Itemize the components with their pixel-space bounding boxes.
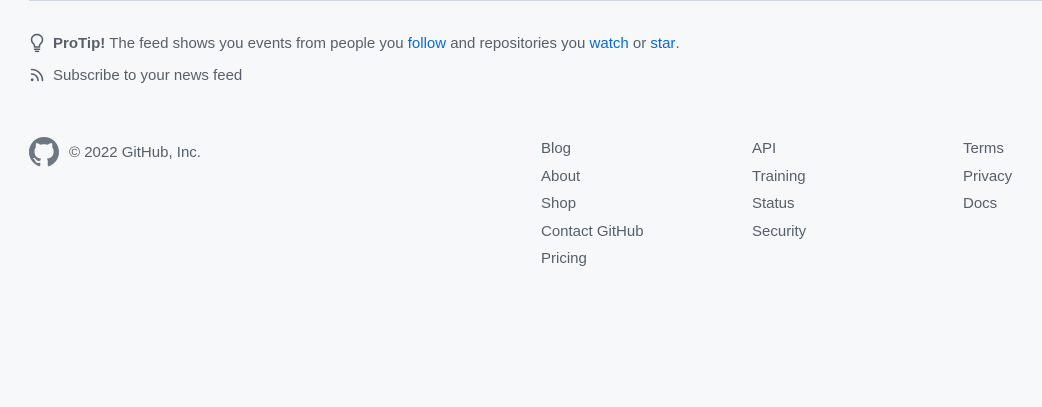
protip-text-2: and repositories you [450, 34, 586, 52]
copyright: © 2022 GitHub, Inc. [69, 143, 201, 161]
footer-link-api[interactable]: API [752, 137, 806, 165]
footer-link-pricing[interactable]: Pricing [541, 247, 644, 275]
protip-text-4: . [675, 34, 680, 52]
footer-link-status[interactable]: Status [752, 192, 806, 220]
protip-label: ProTip! [53, 34, 106, 52]
footer-column-1: Blog About Shop Contact GitHub Pricing [541, 137, 644, 275]
watch-link[interactable]: watch [590, 35, 629, 52]
footer-link-privacy[interactable]: Privacy [963, 165, 1012, 193]
footer-column-2: API Training Status Security [752, 137, 806, 247]
footer-link-shop[interactable]: Shop [541, 192, 644, 220]
footer-link-security[interactable]: Security [752, 220, 806, 248]
footer-link-blog[interactable]: Blog [541, 137, 644, 165]
footer-brand: © 2022 GitHub, Inc. [29, 137, 201, 167]
footer-column-3: Terms Privacy Docs [963, 137, 1012, 220]
footer-link-contact-github[interactable]: Contact GitHub [541, 220, 644, 248]
follow-link[interactable]: follow [408, 35, 446, 52]
subscribe-news-feed-link[interactable]: Subscribe to your news feed [29, 64, 242, 86]
github-octocat-icon[interactable] [29, 137, 59, 167]
footer-link-docs[interactable]: Docs [963, 192, 1012, 220]
rss-icon [29, 64, 45, 86]
light-bulb-icon [29, 32, 45, 54]
footer-link-about[interactable]: About [541, 165, 644, 193]
protip-text-1: The feed shows you events from people yo… [109, 34, 404, 52]
protip-text-3: or [632, 34, 647, 52]
footer-link-terms[interactable]: Terms [963, 137, 1012, 165]
star-link[interactable]: star [650, 35, 675, 52]
subscribe-label: Subscribe to your news feed [53, 66, 243, 84]
footer-link-training[interactable]: Training [752, 165, 806, 193]
protip-line: ProTip! The feed shows you events from p… [29, 32, 680, 54]
top-divider [29, 0, 1042, 1]
